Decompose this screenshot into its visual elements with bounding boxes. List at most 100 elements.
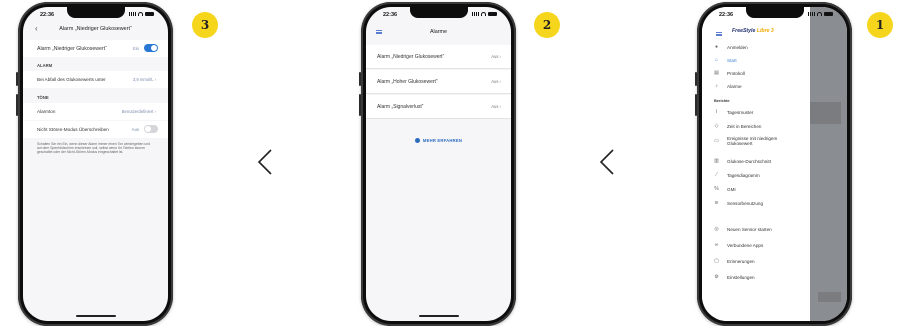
notch	[409, 7, 468, 18]
link-icon: ∞	[714, 242, 719, 248]
sensor-icon: ≋	[714, 200, 719, 206]
notch	[745, 7, 804, 18]
status-icons	[129, 12, 154, 16]
info-icon	[414, 138, 420, 144]
menu-item-gmi[interactable]: % GMI	[714, 186, 806, 193]
screen-alarm-settings: 22:36 ‹ Alarm „Niedriger Glukosewert“ Al…	[23, 7, 168, 321]
percent-icon: %	[714, 186, 719, 192]
alarm-label: Alarm „Hoher Glukosewert“	[377, 79, 438, 85]
dimmed-background[interactable]	[810, 7, 847, 321]
dnd-toggle-switch-icon[interactable]	[144, 125, 158, 133]
page-title: Alarm „Niedriger Glukosewert“	[59, 26, 132, 32]
battery-icon	[824, 12, 833, 16]
dnd-state: Aus	[131, 127, 139, 132]
alarm-row-low[interactable]: Alarm „Niedriger Glukosewert“ Aus ›	[366, 45, 511, 69]
section-tones-header: TÖNE	[37, 95, 49, 100]
menu-item-daily-patterns[interactable]: ⌇ Tagesmuster	[714, 110, 806, 116]
logbook-icon: ▤	[714, 70, 719, 76]
menu-item-settings[interactable]: ⚙ Einstellungen	[714, 275, 806, 281]
menu-item-sensor-usage[interactable]: ≋ Sensorbenutzung	[714, 200, 806, 207]
menu-item-time-in-ranges[interactable]: ◇ Zeit in Bereichen	[714, 123, 806, 130]
status-bar: 22:36	[366, 7, 511, 21]
phone-alarms-screen: 22:36 Alarme Alarm „Niedriger Glukosewer…	[359, 2, 516, 326]
chevron-left-icon	[257, 149, 272, 175]
dnd-override-row[interactable]: Nicht Stören-Modus Überschreiben Aus	[23, 121, 168, 138]
alarm-row-signal-loss[interactable]: Alarm „Signalverlust“ Aus ›	[366, 95, 511, 119]
threshold-label: Bei Abfall des Glukosewerts unter	[37, 77, 106, 82]
menu-item-average-glucose[interactable]: ▥ Glukose-Durchschnitt	[714, 158, 806, 165]
main-alarm-toggle-row[interactable]: Alarm „Niedriger Glukosewert“ Ein	[23, 40, 168, 57]
wifi-icon	[481, 12, 486, 16]
home-indicator	[418, 315, 459, 317]
main-toggle-switch-icon[interactable]	[144, 44, 158, 52]
calendar-icon: ▢	[714, 258, 719, 264]
user-icon: ●	[714, 44, 719, 50]
step-badge-1: 1	[867, 12, 893, 38]
bar-chart-icon: ▥	[714, 158, 719, 164]
signal-icon	[472, 12, 479, 16]
alarm-tone-value: Benutzerdefiniert ›	[121, 109, 156, 114]
screen-alarms: 22:36 Alarme Alarm „Niedriger Glukosewer…	[366, 7, 511, 321]
menu-item-daily-graph[interactable]: ⟋ Tagesdiagramm	[714, 173, 806, 179]
threshold-value: 3,9 mmol/L ›	[132, 77, 156, 82]
phone-side-button	[359, 72, 361, 86]
back-chevron-icon[interactable]: ‹	[35, 21, 38, 37]
wifi-icon	[138, 12, 143, 16]
alarm-row-high[interactable]: Alarm „Hoher Glukosewert“ Aus ›	[366, 70, 511, 94]
alarm-label: Alarm „Signalverlust“	[377, 104, 424, 110]
dnd-label: Nicht Stören-Modus Überschreiben	[37, 127, 109, 132]
chevron-left-icon	[599, 149, 614, 175]
phone-side-button	[695, 72, 697, 86]
section-reports-header: Berichte	[714, 98, 730, 103]
alarm-label: Alarm „Niedriger Glukosewert“	[377, 54, 445, 60]
signal-icon	[808, 12, 815, 16]
phone-side-button	[359, 94, 361, 116]
battery-icon	[488, 12, 497, 16]
nav-bar: Alarme	[366, 24, 511, 40]
home-indicator	[75, 315, 116, 317]
menu-item-low-events[interactable]: ▭ Ereignisse mit niedrigem Glukosewert	[714, 136, 806, 146]
threshold-row[interactable]: Bei Abfall des Glukosewerts unter 3,9 mm…	[23, 71, 168, 88]
learn-more-link[interactable]: MEHR ERFAHREN	[366, 138, 511, 144]
phone-menu-screen: 22:36 FreeStyle Libre 3 ● Anmelden ⌂ Start…	[695, 2, 852, 326]
nav-bar: ‹ Alarm „Niedriger Glukosewert“	[23, 21, 168, 37]
phone-settings-screen: 22:36 ‹ Alarm „Niedriger Glukosewert“ Al…	[16, 2, 173, 326]
new-sensor-icon: ◎	[714, 226, 719, 232]
section-alarm-header: ALARM	[37, 63, 53, 68]
signal-icon	[129, 12, 136, 16]
dnd-hint-text: Schalten Sie ein Ein, wenn dieser Alarm …	[37, 142, 151, 155]
home-icon: ⌂	[714, 57, 719, 63]
battery-icon	[145, 12, 154, 16]
status-icons	[808, 12, 833, 16]
hamburger-menu-icon[interactable]	[376, 30, 382, 34]
alarm-state: Aus ›	[491, 104, 501, 109]
menu-item-connected-apps[interactable]: ∞ Verbundene Apps	[714, 242, 806, 249]
alarm-tone-row[interactable]: Alarmton Benutzerdefiniert ›	[23, 103, 168, 120]
main-toggle-label: Alarm „Niedriger Glukosewert“	[37, 45, 107, 52]
status-bar: 22:36	[23, 7, 168, 21]
target-icon: ◇	[714, 123, 719, 129]
brand-logo: FreeStyle Libre 3	[732, 28, 774, 34]
alarm-tone-label: Alarmton	[37, 109, 56, 114]
screen-navigation-drawer: 22:36 FreeStyle Libre 3 ● Anmelden ⌂ Start…	[702, 7, 847, 321]
notch	[66, 7, 125, 18]
step-badge-3: 3	[192, 12, 218, 38]
menu-item-reminders[interactable]: ▢ Erinnerungen	[714, 258, 806, 265]
dimmed-card	[818, 292, 841, 302]
menu-item-login[interactable]: ● Anmelden	[714, 44, 806, 51]
status-time: 22:36	[383, 12, 398, 18]
menu-item-alarms[interactable]: ♪ Alarme	[714, 84, 806, 90]
phone-side-button	[16, 72, 18, 86]
status-time: 22:36	[40, 12, 55, 18]
page-title: Alarme	[429, 29, 448, 35]
phone-side-button	[16, 94, 18, 116]
status-time: 22:36	[719, 12, 734, 18]
alarm-state: Aus ›	[491, 54, 501, 59]
menu-item-start[interactable]: ⌂ Start	[714, 57, 806, 64]
status-icons	[472, 12, 497, 16]
menu-item-log[interactable]: ▤ Protokoll	[714, 70, 806, 77]
menu-item-start-new-sensor[interactable]: ◎ Neuen Sensor starten	[714, 226, 806, 233]
main-toggle-state: Ein	[132, 46, 139, 51]
alarm-state: Aus ›	[491, 79, 501, 84]
hamburger-menu-icon[interactable]	[716, 32, 722, 36]
